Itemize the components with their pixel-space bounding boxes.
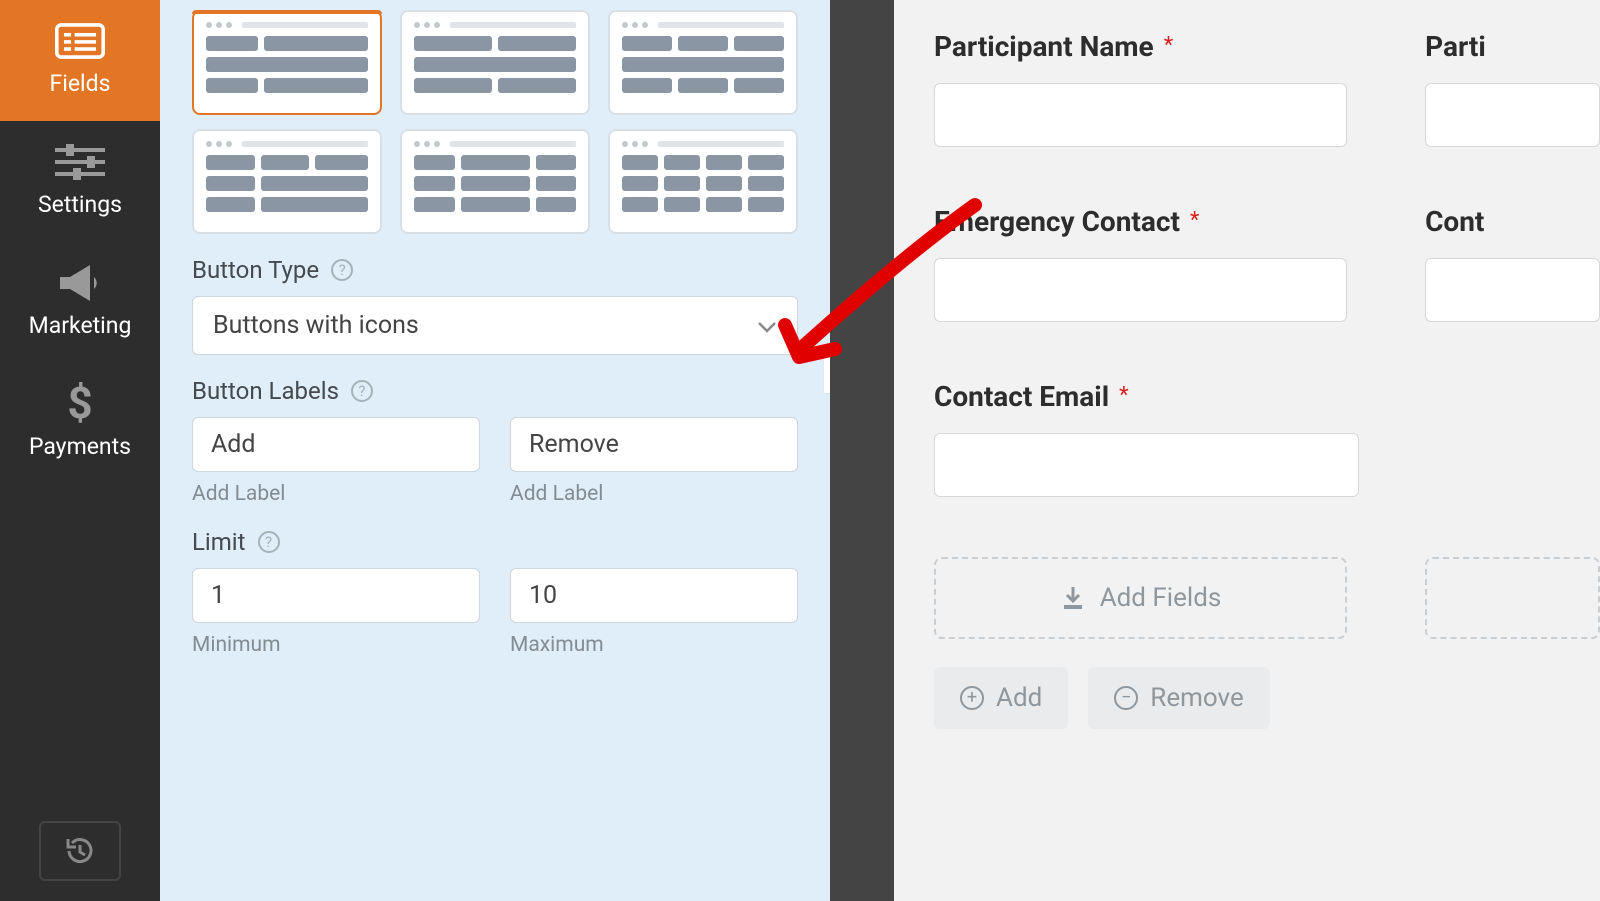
- bullhorn-icon: [55, 264, 105, 302]
- add-label-input[interactable]: [192, 417, 480, 472]
- sliders-icon: [55, 143, 105, 181]
- field-label-cut-2: Cont: [1425, 205, 1600, 238]
- cut-input-2[interactable]: [1425, 258, 1600, 322]
- field-settings-panel: Button Type ? Buttons with icons Button …: [160, 0, 830, 901]
- layout-preset-3[interactable]: [608, 10, 798, 115]
- sidebar-label-settings: Settings: [38, 191, 122, 218]
- layout-preset-5[interactable]: [400, 129, 590, 234]
- limit-label: Limit ?: [192, 528, 798, 556]
- layout-preset-1[interactable]: [192, 10, 382, 115]
- sidebar-item-settings[interactable]: Settings: [0, 121, 160, 242]
- remove-label-hint: Add Label: [510, 482, 798, 506]
- add-button[interactable]: + Add: [934, 667, 1068, 729]
- history-button[interactable]: [39, 821, 121, 881]
- sidebar-item-marketing[interactable]: Marketing: [0, 242, 160, 363]
- remove-label-input[interactable]: [510, 417, 798, 472]
- participant-name-input[interactable]: [934, 83, 1347, 147]
- sidebar-label-fields: Fields: [50, 70, 111, 97]
- chevron-down-icon: [757, 311, 777, 340]
- fields-icon: [55, 22, 105, 60]
- layout-preset-4[interactable]: [192, 129, 382, 234]
- contact-email-input[interactable]: [934, 433, 1359, 497]
- emergency-contact-input[interactable]: [934, 258, 1347, 322]
- svg-text:$: $: [67, 382, 92, 426]
- sidebar-item-fields[interactable]: Fields: [0, 0, 160, 121]
- layout-preset-6[interactable]: [608, 129, 798, 234]
- download-icon: [1060, 585, 1086, 611]
- help-icon[interactable]: ?: [331, 259, 353, 281]
- field-label-participant-name: Participant Name*: [934, 30, 1347, 63]
- button-type-select[interactable]: Buttons with icons: [192, 296, 798, 355]
- plus-circle-icon: +: [960, 686, 984, 710]
- add-label-hint: Add Label: [192, 482, 480, 506]
- form-preview: Participant Name* Parti Emergency Contac…: [894, 0, 1600, 901]
- minus-circle-icon: −: [1114, 686, 1138, 710]
- limit-max-input[interactable]: [510, 568, 798, 623]
- left-sidebar: Fields Settings Marketing $ Payments: [0, 0, 160, 901]
- limit-min-input[interactable]: [192, 568, 480, 623]
- dollar-icon: $: [55, 385, 105, 423]
- limit-max-hint: Maximum: [510, 633, 798, 657]
- button-labels-label: Button Labels ?: [192, 377, 798, 405]
- add-fields-dropzone[interactable]: Add Fields: [934, 557, 1347, 639]
- limit-min-hint: Minimum: [192, 633, 480, 657]
- help-icon[interactable]: ?: [351, 380, 373, 402]
- field-label-contact-email: Contact Email*: [934, 380, 1359, 413]
- cut-input-1[interactable]: [1425, 83, 1600, 147]
- sidebar-label-payments: Payments: [29, 433, 131, 460]
- button-type-label: Button Type ?: [192, 256, 798, 284]
- remove-button[interactable]: − Remove: [1088, 667, 1269, 729]
- layout-preset-2[interactable]: [400, 10, 590, 115]
- field-label-cut-1: Parti: [1425, 30, 1600, 63]
- sidebar-item-payments[interactable]: $ Payments: [0, 363, 160, 484]
- divider-strip: [830, 0, 894, 901]
- add-fields-dropzone-cut[interactable]: [1425, 557, 1600, 639]
- layout-preset-row-1: [192, 10, 798, 115]
- help-icon[interactable]: ?: [258, 531, 280, 553]
- button-type-value: Buttons with icons: [213, 311, 419, 340]
- field-label-emergency-contact: Emergency Contact*: [934, 205, 1347, 238]
- layout-preset-row-2: [192, 129, 798, 234]
- sidebar-label-marketing: Marketing: [29, 312, 132, 339]
